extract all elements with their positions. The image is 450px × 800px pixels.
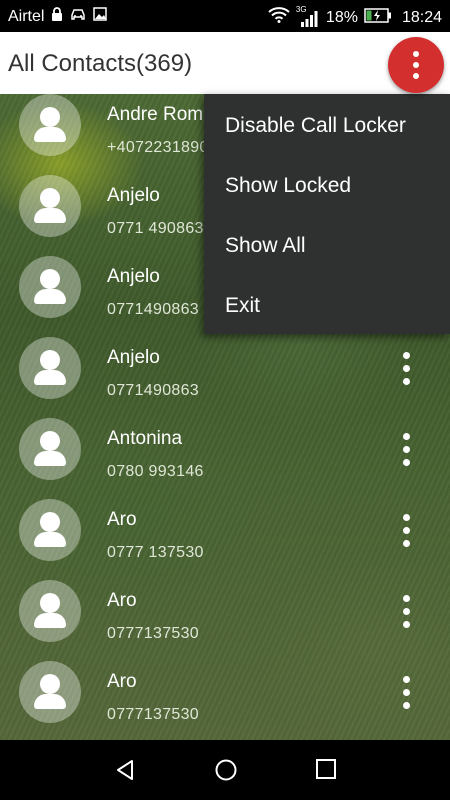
contact-avatar-icon bbox=[19, 256, 81, 318]
contact-avatar-icon bbox=[19, 580, 81, 642]
recents-icon[interactable] bbox=[315, 758, 337, 785]
more-vert-icon[interactable] bbox=[396, 590, 416, 634]
contact-row[interactable]: Antonina 0780 993146 bbox=[0, 418, 450, 499]
page-title: All Contacts(369) bbox=[8, 50, 193, 77]
contact-phone: 0771490863 bbox=[107, 301, 199, 318]
contact-name: Anjelo bbox=[107, 266, 160, 287]
signal-icon bbox=[300, 10, 318, 32]
contact-row[interactable]: Anjelo 0771490863 bbox=[0, 337, 450, 418]
contact-name: Aro bbox=[107, 509, 137, 530]
home-icon[interactable] bbox=[214, 758, 238, 787]
contact-row[interactable]: Aro 0777137530 bbox=[0, 661, 450, 740]
more-vert-icon[interactable] bbox=[396, 671, 416, 715]
menu-item-show-locked[interactable]: Show Locked bbox=[225, 174, 351, 198]
contact-phone: 0777137530 bbox=[107, 625, 199, 642]
contact-avatar-icon bbox=[19, 661, 81, 723]
more-vert-icon[interactable] bbox=[388, 37, 444, 93]
battery-charging-icon bbox=[364, 7, 392, 28]
contact-phone: 0771490863 bbox=[107, 382, 199, 399]
menu-item-exit[interactable]: Exit bbox=[225, 294, 260, 318]
contact-avatar-icon bbox=[19, 499, 81, 561]
contact-phone: 0780 993146 bbox=[107, 463, 204, 480]
contact-row[interactable]: Aro 0777 137530 bbox=[0, 499, 450, 580]
contact-phone: 0771 490863 bbox=[107, 220, 204, 237]
contact-avatar-icon bbox=[19, 418, 81, 480]
contact-phone: 0777 137530 bbox=[107, 544, 204, 561]
contact-name: Antonina bbox=[107, 428, 183, 449]
wifi-icon bbox=[268, 7, 290, 28]
contact-name: Anjelo bbox=[107, 185, 160, 206]
contact-avatar-icon bbox=[19, 337, 81, 399]
back-icon[interactable] bbox=[113, 758, 137, 787]
contact-name: Aro bbox=[107, 590, 137, 611]
more-vert-icon[interactable] bbox=[396, 509, 416, 553]
overflow-menu: Disable Call Locker Show Locked Show All… bbox=[204, 94, 450, 334]
app-bar: All Contacts(369) bbox=[0, 32, 450, 94]
status-bar: Airtel 3G 18% 18:24 bbox=[0, 0, 450, 32]
contact-avatar-icon bbox=[19, 175, 81, 237]
lock-icon bbox=[51, 7, 63, 26]
more-vert-icon[interactable] bbox=[396, 428, 416, 472]
contact-name: Anjelo bbox=[107, 347, 160, 368]
more-vert-icon[interactable] bbox=[396, 347, 416, 391]
menu-item-show-all[interactable]: Show All bbox=[225, 234, 306, 258]
contact-phone: +40722318900 bbox=[107, 139, 218, 156]
contact-phone: 0777137530 bbox=[107, 706, 199, 723]
contact-row[interactable]: Aro 0777137530 bbox=[0, 580, 450, 661]
navigation-bar bbox=[0, 740, 450, 800]
clock: 18:24 bbox=[401, 8, 442, 26]
contact-avatar-icon bbox=[19, 94, 81, 156]
image-icon bbox=[93, 7, 108, 26]
contact-name: Aro bbox=[107, 671, 137, 692]
carrier-label: Airtel bbox=[8, 7, 45, 25]
menu-item-disable-call-locker[interactable]: Disable Call Locker bbox=[225, 114, 406, 138]
car-icon bbox=[70, 7, 86, 26]
battery-percent: 18% bbox=[325, 8, 358, 26]
